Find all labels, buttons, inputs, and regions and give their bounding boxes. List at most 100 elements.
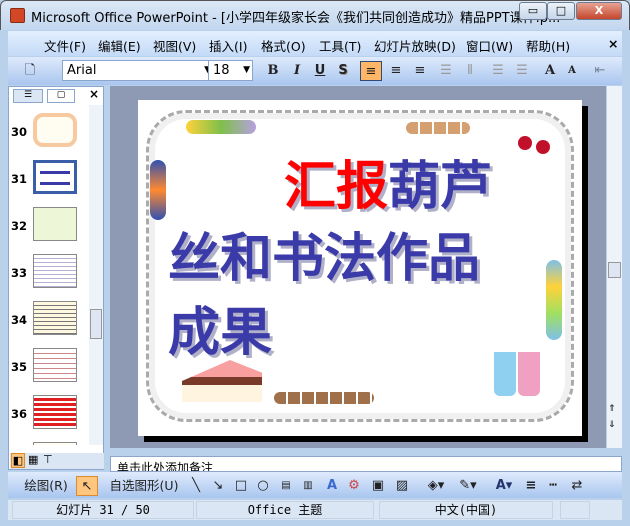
window-title: Microsoft Office PowerPoint - [小学四年级家长会《…	[31, 11, 561, 26]
title-text: 葫芦	[388, 156, 493, 217]
line-color-button[interactable]: ✎▾	[454, 476, 482, 496]
thumbnail-35[interactable]: 35	[9, 348, 89, 395]
line-tool-icon[interactable]: ╲	[188, 476, 204, 496]
slide-number: 36	[11, 407, 28, 421]
slide-number: 32	[11, 219, 28, 233]
menu-help[interactable]: 帮助(H)	[526, 36, 570, 55]
font-name-value: Arial	[67, 63, 97, 78]
close-button[interactable]: X	[576, 2, 622, 20]
scroll-thumb[interactable]	[90, 309, 102, 339]
slide-counter: 幻灯片 31 / 50	[12, 501, 194, 519]
candy-decoration	[186, 120, 256, 134]
slide-number: 33	[11, 266, 28, 280]
wordart-icon[interactable]: A	[324, 476, 340, 496]
outline-tab[interactable]: ☰	[13, 89, 43, 103]
close-pane-icon[interactable]: ×	[89, 87, 99, 101]
menu-file[interactable]: 文件(F)	[44, 36, 86, 55]
diagram-icon[interactable]: ⚙	[346, 476, 362, 496]
status-blank	[560, 501, 590, 519]
arrow-tool-icon[interactable]: ↘	[210, 476, 226, 496]
thumbnail-list: 30 31 32 33 34 35 36 37	[9, 105, 89, 445]
shadow-button[interactable]: S	[334, 61, 352, 81]
font-size-value: 18	[213, 63, 230, 78]
drawing-toolbar: 绘图(R) ↖ 自选图形(U) ╲ ↘ □ ○ ▤ ▥ A ⚙ ▣ ▨ ◈▾ ✎…	[8, 472, 622, 498]
align-left-button[interactable]: ≡	[360, 61, 382, 81]
thumbnail-36[interactable]: 36	[9, 395, 89, 442]
minimize-button[interactable]: ▭	[519, 2, 547, 20]
slide-number: 35	[11, 360, 28, 374]
thumbnail-33[interactable]: 33	[9, 254, 89, 301]
font-name-select[interactable]: Arial▼	[62, 60, 214, 81]
powerpoint-icon	[10, 8, 25, 23]
slide-title-line1: 汇报葫芦	[284, 144, 492, 219]
arrow-style-icon[interactable]: ⇄	[568, 476, 586, 496]
thumbnail-32[interactable]: 32	[9, 207, 89, 254]
cherry-icon	[536, 140, 550, 154]
fill-color-button[interactable]: ◈▾	[422, 476, 450, 496]
italic-button[interactable]: I	[288, 61, 306, 81]
new-document-icon[interactable]: 🗋	[20, 61, 40, 81]
view-buttons: ◧ ▦ ⊤	[10, 453, 104, 469]
next-slide-button[interactable]: ⇓	[608, 420, 616, 430]
menu-slideshow[interactable]: 幻灯片放映(D)	[374, 36, 456, 55]
slideshow-button[interactable]: ⊤	[43, 453, 53, 466]
maximize-button[interactable]: □	[547, 2, 575, 20]
thumbnail-37[interactable]: 37	[9, 442, 89, 445]
highlight-text: 汇报	[284, 156, 389, 217]
menu-view[interactable]: 视图(V)	[153, 36, 196, 55]
thumbnail-30[interactable]: 30	[9, 113, 89, 160]
numbering-icon[interactable]: ☰	[488, 61, 508, 81]
previous-slide-button[interactable]: ⇑	[608, 404, 616, 414]
line-style-icon[interactable]: ≡	[522, 476, 540, 496]
slides-tab[interactable]: ▢	[47, 89, 75, 103]
cookies-decoration	[274, 392, 374, 404]
vertical-textbox-icon[interactable]: ▥	[300, 476, 316, 496]
slide-scrollbar[interactable]: ⇑ ⇓	[606, 86, 622, 448]
slide-sorter-button[interactable]: ▦	[28, 453, 38, 466]
picture-icon[interactable]: ▨	[394, 476, 410, 496]
formatting-toolbar: 🗋 Arial▼ 18▼ B I U S ≡ ≡ ≡ ☰ ⦀ ☰ ☰ A A ⇤	[8, 57, 622, 85]
grow-font-button[interactable]: A	[540, 61, 560, 81]
bold-button[interactable]: B	[264, 61, 282, 81]
drink-cup-icon	[518, 352, 540, 396]
candy-decoration	[546, 260, 562, 340]
slide-canvas[interactable]: 汇报葫芦 丝和书法作品 成果	[138, 100, 582, 436]
thumbnail-scrollbar[interactable]	[89, 105, 103, 445]
menu-window[interactable]: 窗口(W)	[466, 36, 513, 55]
font-size-select[interactable]: 18 ▼	[208, 60, 253, 81]
normal-view-button[interactable]: ◧	[11, 453, 25, 468]
theme-name: Office 主题	[196, 501, 374, 519]
slide-number: 30	[11, 125, 28, 139]
thumbnail-31[interactable]: 31	[9, 160, 89, 207]
align-center-button[interactable]: ≡	[386, 61, 406, 81]
distribute-icon[interactable]: ☰	[436, 61, 456, 81]
columns-icon[interactable]: ⦀	[460, 61, 480, 81]
scroll-thumb[interactable]	[608, 262, 621, 278]
font-color-button[interactable]: A▾	[490, 476, 518, 496]
drink-cup-icon	[494, 352, 516, 396]
thumbnail-34[interactable]: 34	[9, 301, 89, 348]
decrease-indent-icon[interactable]: ⇤	[590, 61, 610, 81]
status-bar: 幻灯片 31 / 50 Office 主题 中文(中国)	[8, 500, 622, 520]
menu-insert[interactable]: 插入(I)	[209, 36, 247, 55]
textbox-icon[interactable]: ▤	[278, 476, 294, 496]
slide-title-line2: 丝和书法作品	[168, 228, 481, 289]
slide-title-line3: 成果	[168, 302, 273, 363]
notes-pane[interactable]: 单击此处添加备注	[110, 456, 622, 472]
menu-format[interactable]: 格式(O)	[261, 36, 306, 55]
rectangle-tool-icon[interactable]: □	[232, 476, 250, 496]
oval-tool-icon[interactable]: ○	[254, 476, 272, 496]
menu-tools[interactable]: 工具(T)	[319, 36, 361, 55]
autoshapes-menu-button[interactable]: 自选图形(U)	[106, 476, 182, 496]
close-document-button[interactable]: ×	[608, 36, 618, 51]
menu-edit[interactable]: 编辑(E)	[98, 36, 141, 55]
slide-number: 34	[11, 313, 28, 327]
clipart-icon[interactable]: ▣	[370, 476, 386, 496]
shrink-font-button[interactable]: A	[562, 61, 582, 81]
bullets-icon[interactable]: ☰	[512, 61, 532, 81]
align-right-button[interactable]: ≡	[410, 61, 430, 81]
draw-menu-button[interactable]: 绘图(R)	[18, 476, 74, 496]
dash-style-icon[interactable]: ┅	[544, 476, 562, 496]
select-objects-button[interactable]: ↖	[76, 476, 98, 496]
underline-button[interactable]: U	[311, 61, 329, 81]
